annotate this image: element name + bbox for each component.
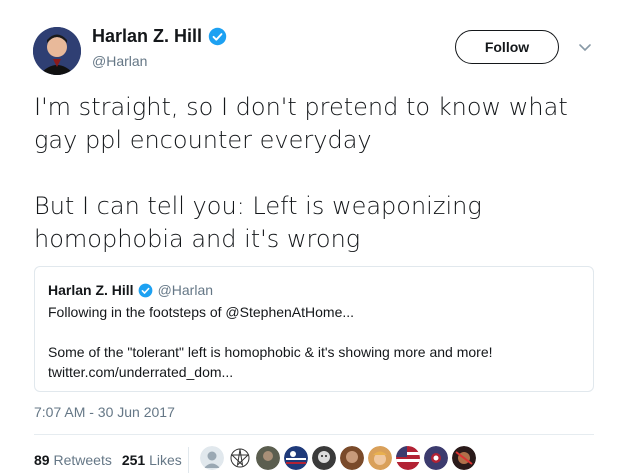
quoted-tweet-header: Harlan Z. Hill @Harlan: [48, 282, 213, 298]
stats-separator: [188, 447, 189, 473]
liker-avatar-10[interactable]: [452, 446, 476, 470]
avatar-photo-icon: [312, 446, 336, 470]
avatar-photo-icon: [452, 446, 476, 470]
author-handle[interactable]: @Harlan: [92, 53, 147, 69]
chevron-down-icon[interactable]: [576, 38, 594, 56]
quoted-author-name: Harlan Z. Hill: [48, 282, 134, 298]
likes-count: 251: [121, 452, 146, 468]
retweets-label: Retweets: [53, 452, 112, 468]
liker-avatar-7[interactable]: [368, 446, 392, 470]
liker-avatar-1[interactable]: [200, 446, 224, 470]
likes-stat[interactable]: 251 Likes: [122, 452, 182, 468]
author-name-label[interactable]: Harlan Z. Hill: [92, 26, 202, 47]
avatar-photo-icon: [368, 446, 392, 470]
flag-avatar-icon: [424, 446, 448, 470]
avatar-photo-icon: [256, 446, 280, 470]
follow-button[interactable]: Follow: [455, 30, 559, 64]
tweet-timestamp[interactable]: 7:07 AM - 30 Jun 2017: [34, 404, 175, 420]
liker-avatar-3[interactable]: [256, 446, 280, 470]
quoted-tweet-link[interactable]: twitter.com/underrated_dom...: [48, 364, 233, 380]
quoted-tweet-line: Some of the "tolerant" left is homophobi…: [48, 344, 493, 360]
liker-avatar-2[interactable]: [228, 446, 252, 470]
likes-label: Likes: [149, 452, 182, 468]
verified-badge-icon: [138, 283, 152, 297]
tweet-line: gay ppl encounter everyday: [34, 126, 372, 154]
liker-avatar-6[interactable]: [340, 446, 364, 470]
author-avatar[interactable]: [33, 27, 81, 75]
pentagram-icon: [228, 446, 252, 470]
verified-badge-icon: [208, 27, 227, 46]
tweet-text: I'm straight, so I don't pretend to know…: [34, 91, 604, 256]
quoted-author-handle: @Harlan: [157, 282, 214, 298]
liker-avatar-9[interactable]: [424, 446, 448, 470]
avatar-photo-icon: [340, 446, 364, 470]
author-name[interactable]: Harlan Z. Hill: [92, 26, 227, 47]
tweet-line: But I can tell you: Left is weaponizing: [34, 192, 482, 220]
liker-avatar-5[interactable]: [312, 446, 336, 470]
flag-avatar-icon: [284, 446, 308, 470]
liker-avatar-8[interactable]: [396, 446, 420, 470]
default-avatar-icon: [200, 446, 224, 470]
retweets-count: 89: [34, 452, 50, 468]
divider: [34, 434, 594, 435]
likers-avatars: [200, 445, 480, 471]
tweet-stats: 89 Retweets 251 Likes: [34, 452, 192, 468]
tweet-line: I'm straight, so I don't pretend to know…: [34, 93, 568, 121]
flag-avatar-icon: [396, 446, 420, 470]
quoted-tweet-card[interactable]: Harlan Z. Hill @Harlan Following in the …: [34, 266, 594, 392]
liker-avatar-4[interactable]: [284, 446, 308, 470]
tweet-line: homophobia and it's wrong: [34, 225, 361, 253]
quoted-tweet-line: Following in the footsteps of @StephenAt…: [48, 304, 355, 320]
retweets-stat[interactable]: 89 Retweets: [34, 452, 112, 468]
